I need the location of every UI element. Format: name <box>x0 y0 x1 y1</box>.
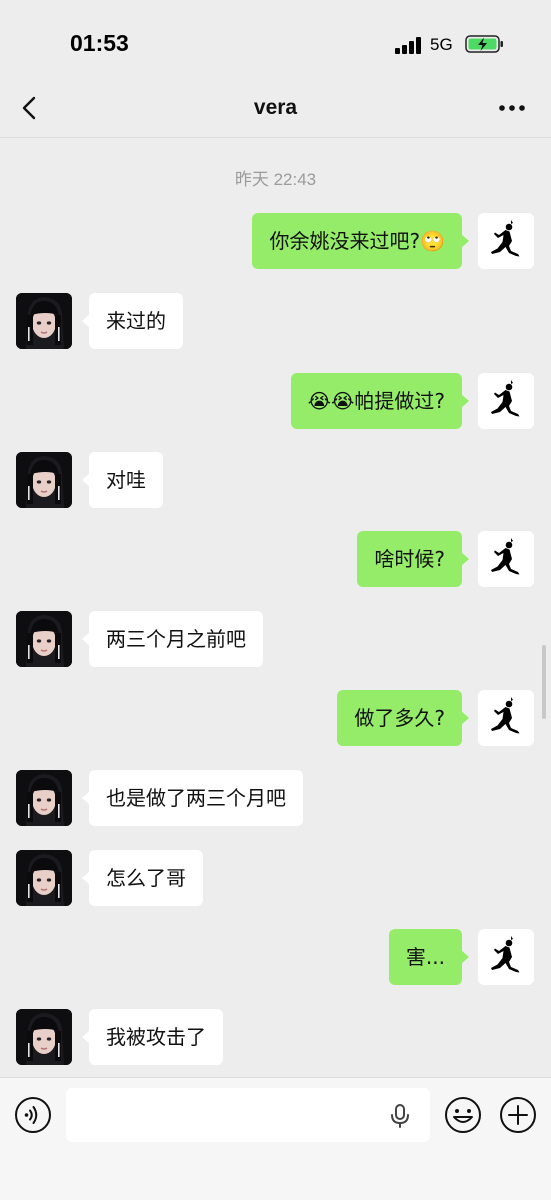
plus-icon[interactable] <box>499 1096 537 1134</box>
received-message-bubble[interactable]: 也是做了两三个月吧 <box>82 770 303 826</box>
girl-portrait-icon <box>16 1009 72 1065</box>
received-message-bubble[interactable]: 来过的 <box>82 293 183 349</box>
battery-icon <box>465 35 503 53</box>
received-message-bubble[interactable]: 对哇 <box>82 452 163 508</box>
sender-avatar[interactable] <box>478 690 534 746</box>
sent-message-bubble[interactable]: 😭😭帕提做过? <box>290 373 470 429</box>
girl-portrait-icon <box>16 452 72 508</box>
received-message-bubble[interactable]: 我被攻击了 <box>82 1009 223 1065</box>
scroll-indicator[interactable] <box>542 645 546 719</box>
message-timestamp: 昨天 22:43 <box>234 170 317 189</box>
contact-avatar[interactable] <box>16 452 72 508</box>
network-label: 5G <box>430 35 453 54</box>
jumpman-logo-icon <box>491 697 520 734</box>
jumpman-logo-icon <box>491 538 520 575</box>
sender-avatar[interactable] <box>478 929 534 985</box>
girl-portrait-icon <box>16 770 72 826</box>
girl-portrait-icon <box>16 293 72 349</box>
sent-message-bubble[interactable]: 啥时候? <box>357 531 469 587</box>
jumpman-logo-icon <box>491 936 520 973</box>
received-message-bubble[interactable]: 怎么了哥 <box>82 850 203 906</box>
chat-header: vera <box>0 82 551 138</box>
jumpman-logo-icon <box>491 380 520 417</box>
status-bar: 01:53 5G <box>0 0 551 82</box>
sender-avatar[interactable] <box>478 373 534 429</box>
sender-avatar[interactable] <box>478 531 534 587</box>
more-dots-icon[interactable] <box>494 96 530 120</box>
voice-icon[interactable] <box>14 1096 52 1134</box>
contact-avatar[interactable] <box>16 1009 72 1065</box>
contact-avatar[interactable] <box>16 850 72 906</box>
chat-title: vera <box>253 96 298 119</box>
sent-message-bubble[interactable]: 你余姚没来过吧?🙄 <box>252 213 469 269</box>
emoji-icon[interactable] <box>444 1096 482 1134</box>
sent-message-bubble[interactable]: 做了多久? <box>337 690 469 746</box>
signal-icon <box>395 36 423 54</box>
girl-portrait-icon <box>16 611 72 667</box>
girl-portrait-icon <box>16 850 72 906</box>
jumpman-logo-icon <box>491 220 520 257</box>
sender-avatar[interactable] <box>478 213 534 269</box>
contact-avatar[interactable] <box>16 293 72 349</box>
status-time: 01:53 <box>70 30 129 56</box>
contact-avatar[interactable] <box>16 611 72 667</box>
sent-message-bubble[interactable]: 害... <box>388 929 470 985</box>
contact-avatar[interactable] <box>16 770 72 826</box>
mic-icon[interactable] <box>388 1103 412 1129</box>
received-message-bubble[interactable]: 两三个月之前吧 <box>82 611 263 667</box>
input-bar <box>0 1077 551 1200</box>
message-input[interactable] <box>66 1088 430 1142</box>
